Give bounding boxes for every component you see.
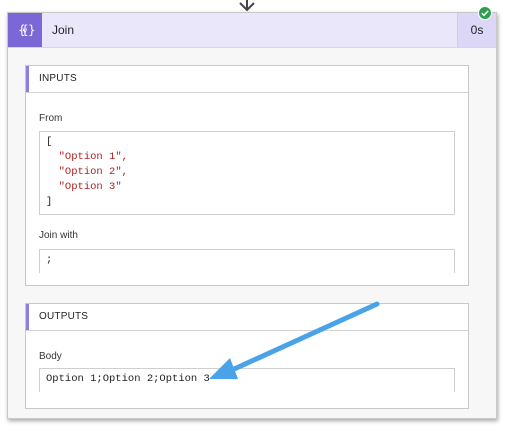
succeeded-check-icon <box>478 6 492 20</box>
outputs-section: OUTPUTS Body Option 1;Option 2;Option 3 <box>25 303 469 409</box>
from-label: From <box>39 113 63 124</box>
body-value: Option 1;Option 2;Option 3 <box>39 368 455 392</box>
join-with-text: ; <box>46 254 53 266</box>
join-with-label: Join with <box>39 230 78 241</box>
action-header[interactable]: { { } v Join 0s <box>8 6 496 48</box>
close-bracket: ] <box>46 196 53 208</box>
from-item: "Option 1", <box>58 151 128 163</box>
from-item: "Option 3" <box>58 181 122 193</box>
from-value: [ "Option 1", "Option 2", "Option 3" ] <box>39 131 455 215</box>
from-item: "Option 2", <box>58 166 128 178</box>
action-title: Join <box>52 23 75 37</box>
outputs-title: OUTPUTS <box>39 311 89 322</box>
join-with-value: ; <box>39 249 455 273</box>
outputs-header[interactable]: OUTPUTS <box>26 304 468 331</box>
open-bracket: [ <box>46 136 53 148</box>
action-card: { { } v Join 0s INPUTS From [ "Option 1"… <box>7 6 497 419</box>
body-label: Body <box>39 351 62 362</box>
svg-text:}: } <box>28 23 35 37</box>
variable-braces-icon: { { } v <box>8 13 42 47</box>
inputs-header[interactable]: INPUTS <box>26 66 468 93</box>
inputs-section: INPUTS From [ "Option 1", "Option 2", "O… <box>25 65 469 286</box>
inputs-title: INPUTS <box>39 73 77 84</box>
connector-arrow-icon <box>239 0 255 12</box>
svg-text:v: v <box>23 26 28 35</box>
body-text: Option 1;Option 2;Option 3 <box>46 373 210 385</box>
